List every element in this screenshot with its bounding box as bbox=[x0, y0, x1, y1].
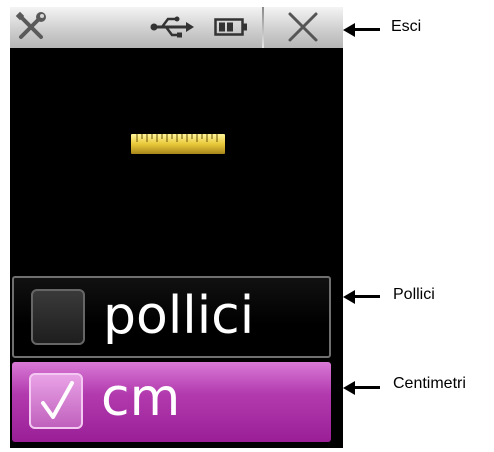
centimeters-callout-label: Centimetri bbox=[393, 375, 466, 392]
exit-callout-label: Esci bbox=[391, 18, 422, 35]
check-icon bbox=[41, 381, 74, 419]
exit-button[interactable] bbox=[264, 7, 343, 48]
close-icon bbox=[288, 12, 318, 42]
exit-callout-line bbox=[352, 28, 380, 31]
inches-label: pollici bbox=[103, 286, 255, 346]
centimeters-callout-line bbox=[352, 386, 380, 389]
status-bar bbox=[10, 7, 343, 48]
centimeters-checkbox[interactable] bbox=[29, 373, 83, 429]
ruler-icon bbox=[131, 134, 225, 154]
device-screen: pollici cm bbox=[10, 7, 343, 448]
tools-icon[interactable] bbox=[14, 10, 48, 44]
inches-checkbox[interactable] bbox=[31, 289, 85, 345]
inches-callout-label: Pollici bbox=[393, 286, 435, 303]
inches-callout-line bbox=[352, 295, 380, 298]
option-inches[interactable]: pollici bbox=[12, 276, 331, 358]
battery-icon bbox=[214, 18, 247, 36]
option-centimeters[interactable]: cm bbox=[12, 362, 331, 442]
centimeters-label: cm bbox=[101, 368, 181, 428]
usb-icon bbox=[150, 16, 194, 38]
